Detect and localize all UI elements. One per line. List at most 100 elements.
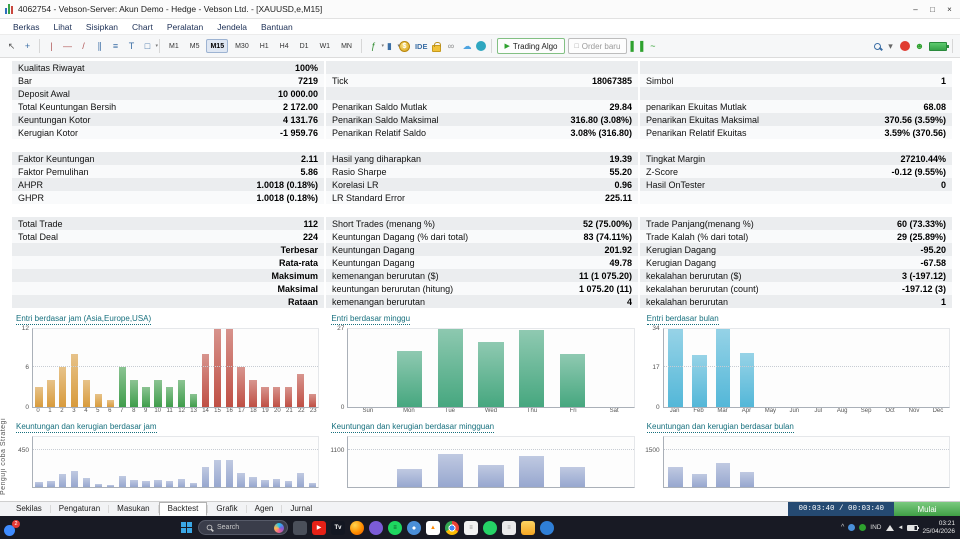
bar[interactable]	[261, 387, 268, 407]
tab-masukan[interactable]: Masukan	[109, 502, 157, 516]
bar[interactable]	[166, 481, 173, 487]
bar[interactable]	[130, 480, 137, 488]
bar[interactable]	[478, 465, 503, 487]
cloud-icon[interactable]: ☁	[460, 38, 473, 54]
bar[interactable]	[560, 354, 585, 407]
timeframe-w1[interactable]: W1	[316, 39, 335, 53]
bar[interactable]	[309, 394, 316, 407]
bar[interactable]	[190, 483, 197, 487]
volume-icon[interactable]: ◄	[898, 525, 904, 531]
bar[interactable]	[35, 482, 42, 487]
bar[interactable]	[107, 485, 114, 487]
tray-app-icon-green[interactable]	[859, 524, 866, 531]
bar[interactable]	[47, 380, 54, 407]
alerts-icon[interactable]	[900, 41, 910, 51]
timeframe-m5[interactable]: M5	[186, 39, 204, 53]
document-icon[interactable]: ≡	[502, 521, 516, 535]
crosshair-icon[interactable]: +	[21, 38, 34, 54]
bar[interactable]	[83, 380, 90, 407]
bar[interactable]	[154, 480, 161, 488]
timeframe-mn[interactable]: MN	[337, 39, 356, 53]
tradingview-icon[interactable]: Tv	[331, 521, 345, 535]
trendline-icon[interactable]: /	[77, 38, 90, 54]
bar[interactable]	[59, 474, 66, 487]
youtube-icon[interactable]: ▶	[312, 521, 326, 535]
fibonacci-icon[interactable]: ≡	[109, 38, 122, 54]
tab-agen[interactable]: Agen	[247, 502, 282, 516]
bar[interactable]	[226, 328, 233, 407]
bar[interactable]	[261, 480, 268, 488]
bar[interactable]	[478, 342, 503, 407]
file-explorer-icon[interactable]	[521, 521, 535, 535]
bar[interactable]	[166, 387, 173, 407]
bar[interactable]	[59, 367, 66, 407]
firefox-icon[interactable]	[350, 521, 364, 535]
bar[interactable]	[95, 394, 102, 407]
search-dropdown-icon[interactable]: ▾	[884, 38, 897, 54]
whatsapp-icon[interactable]	[483, 521, 497, 535]
tray-app-icon-blue[interactable]	[848, 524, 855, 531]
bar[interactable]	[273, 387, 280, 407]
bar[interactable]	[214, 460, 221, 488]
timeframe-h1[interactable]: H1	[256, 39, 273, 53]
tab-jurnal[interactable]: Jurnal	[282, 502, 320, 516]
horizontal-line-icon[interactable]: —	[61, 38, 74, 54]
bar[interactable]	[716, 328, 731, 407]
minimize-button[interactable]: –	[907, 1, 924, 18]
bar[interactable]	[438, 454, 463, 487]
bar[interactable]	[71, 354, 78, 407]
bar[interactable]	[740, 472, 755, 487]
bar[interactable]	[740, 353, 755, 407]
bar[interactable]	[95, 484, 102, 487]
menu-item-jendela[interactable]: Jendela	[210, 19, 254, 35]
bar[interactable]	[273, 479, 280, 487]
community-icon[interactable]	[476, 41, 486, 51]
bar[interactable]	[668, 467, 683, 488]
bar[interactable]	[297, 473, 304, 487]
trading-algo-button[interactable]: ▶Trading Algo	[497, 38, 564, 54]
ide-button[interactable]: IDE	[413, 42, 430, 51]
bar[interactable]	[668, 329, 683, 407]
chrome-icon[interactable]	[445, 521, 459, 535]
purple-app-icon[interactable]	[369, 521, 383, 535]
mql-id-icon[interactable]: ∞	[444, 38, 457, 54]
order-baru-button[interactable]: □Order baru	[568, 38, 628, 54]
bar[interactable]	[397, 351, 422, 407]
bar[interactable]	[214, 328, 221, 407]
bar[interactable]	[309, 483, 316, 487]
bar[interactable]	[35, 387, 42, 407]
bar[interactable]	[202, 467, 209, 487]
bar[interactable]	[202, 354, 209, 407]
start-button-windows[interactable]	[180, 521, 193, 534]
settings-icon[interactable]	[407, 521, 421, 535]
bar[interactable]	[178, 479, 185, 487]
bar[interactable]	[130, 380, 137, 407]
strategy-tester-panel-tab[interactable]: Penguji coba Strategi	[0, 418, 7, 495]
menu-item-chart[interactable]: Chart	[125, 19, 160, 35]
bar[interactable]	[237, 367, 244, 407]
bar[interactable]	[107, 400, 114, 407]
bar[interactable]	[249, 477, 256, 487]
taskbar-search[interactable]: Search	[198, 520, 288, 535]
bar[interactable]	[226, 460, 233, 487]
bar[interactable]	[237, 473, 244, 487]
vlc-icon[interactable]: ▲	[426, 521, 440, 535]
depth-of-market-icon[interactable]: ▌▐	[630, 38, 643, 54]
tab-pengaturan[interactable]: Pengaturan	[51, 502, 108, 516]
timeframe-h4[interactable]: H4	[276, 39, 293, 53]
timeframe-d1[interactable]: D1	[296, 39, 313, 53]
battery-icon[interactable]	[907, 525, 918, 531]
bar[interactable]	[142, 481, 149, 487]
lock-icon[interactable]	[432, 45, 441, 52]
bar[interactable]	[297, 374, 304, 407]
tab-grafik[interactable]: Grafik	[208, 502, 245, 516]
window-app-icon[interactable]	[293, 521, 307, 535]
bar[interactable]	[178, 380, 185, 407]
bar[interactable]	[560, 467, 585, 487]
spotify-icon[interactable]: ≡	[388, 521, 402, 535]
menu-item-bantuan[interactable]: Bantuan	[254, 19, 300, 35]
timeframe-m1[interactable]: M1	[165, 39, 183, 53]
bar[interactable]	[438, 328, 463, 407]
menu-item-peralatan[interactable]: Peralatan	[160, 19, 210, 35]
close-button[interactable]: ×	[941, 1, 958, 18]
